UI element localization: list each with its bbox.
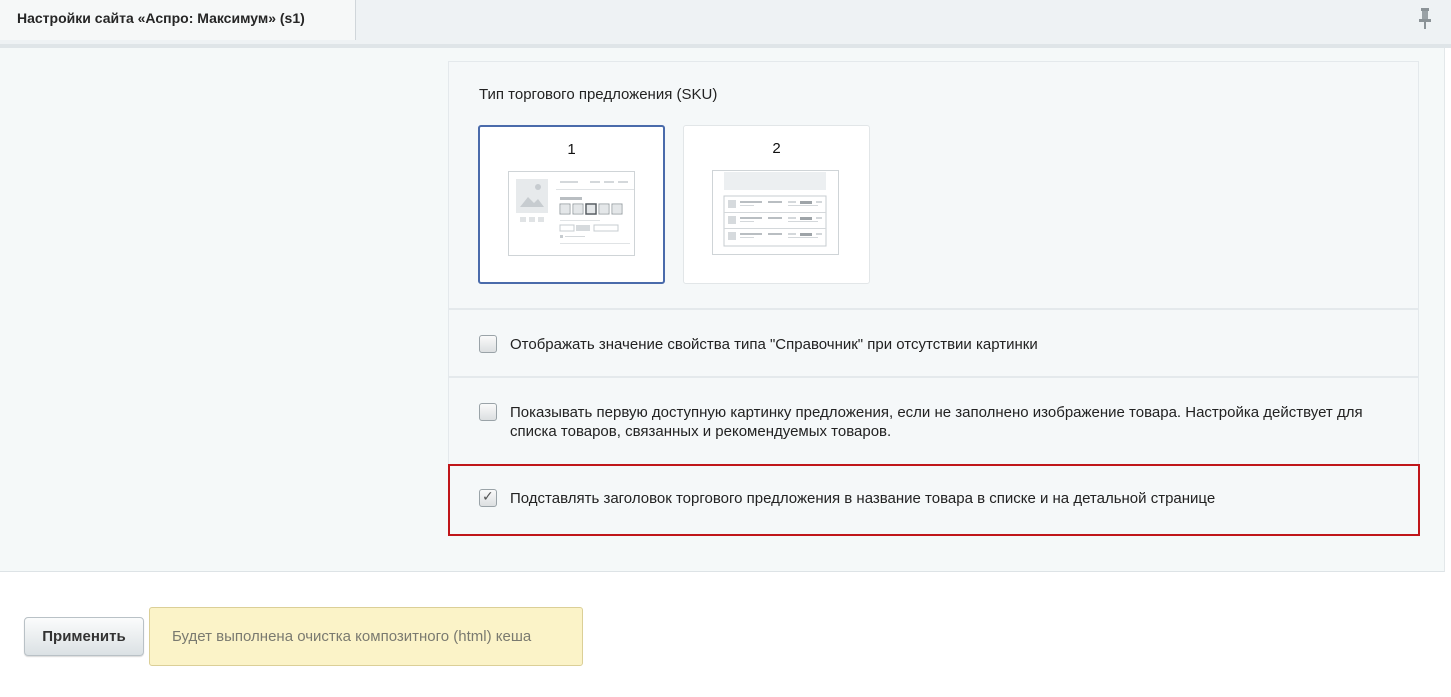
- directory-value-checkbox[interactable]: [479, 335, 497, 353]
- settings-tab[interactable]: Настройки сайта «Аспро: Максимум» (s1): [0, 0, 356, 40]
- cache-notice: Будет выполнена очистка композитного (ht…: [149, 607, 583, 666]
- sku-layout-1-preview-icon: [508, 171, 635, 256]
- sku-option-2[interactable]: 2: [683, 125, 870, 284]
- highlight-frame: [448, 464, 1420, 536]
- pin-icon[interactable]: [1416, 6, 1434, 30]
- first-image-label: Показывать первую доступную картинку пре…: [510, 404, 1363, 440]
- scroll-edge: [1445, 48, 1451, 572]
- sku-option-1-label: 1: [567, 141, 576, 158]
- first-image-checkbox[interactable]: [479, 403, 497, 421]
- sku-option-1[interactable]: 1: [478, 125, 665, 284]
- directory-value-label: Отображать значение свойства типа "Справ…: [510, 336, 1038, 353]
- sku-layout-2-preview-icon: [712, 170, 839, 255]
- apply-button[interactable]: Применить: [24, 617, 144, 656]
- top-bar: Настройки сайта «Аспро: Максимум» (s1): [0, 0, 1451, 47]
- option-row-directory: Отображать значение свойства типа "Справ…: [479, 335, 1038, 354]
- sku-type-panel: Тип торгового предложения (SKU) 1 2: [448, 61, 1419, 309]
- sku-option-2-label: 2: [772, 140, 781, 157]
- option-row-first-image: Показывать первую доступную картинку пре…: [479, 403, 1379, 441]
- sku-type-title: Тип торгового предложения (SKU): [479, 86, 718, 103]
- option-panel-directory: Отображать значение свойства типа "Справ…: [448, 309, 1419, 377]
